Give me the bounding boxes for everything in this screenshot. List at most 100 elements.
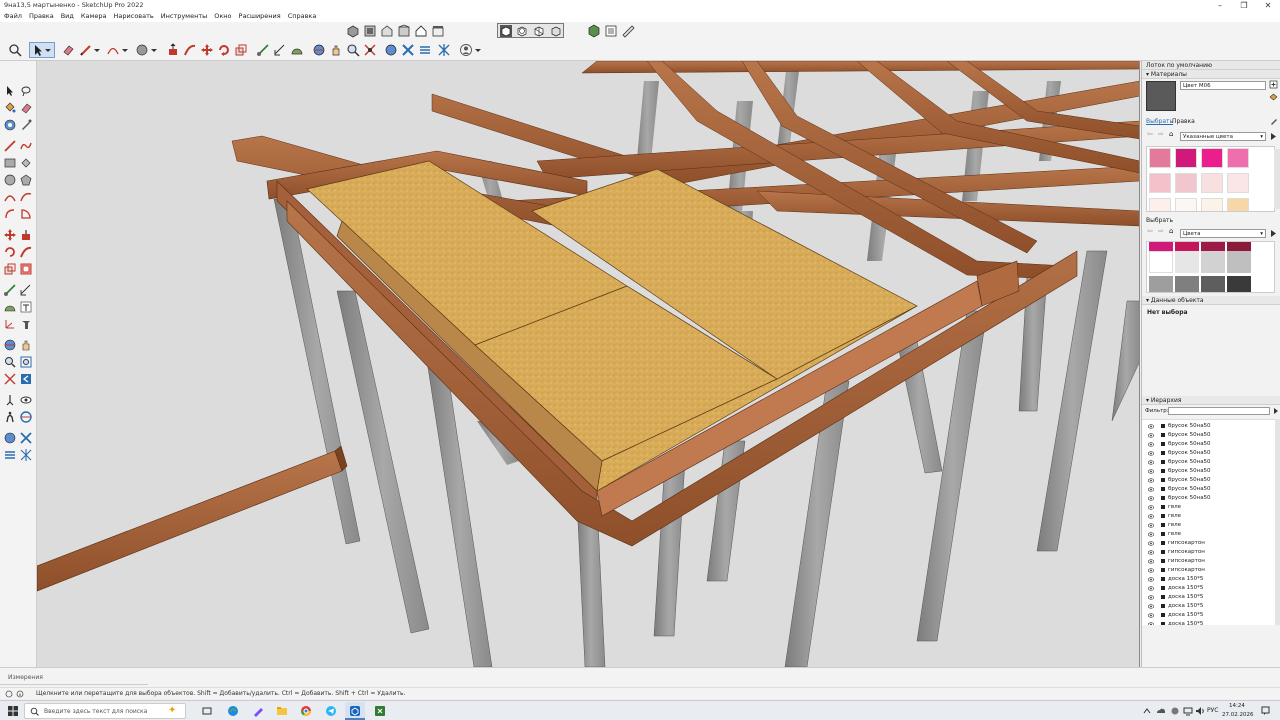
chevron-up-icon[interactable] (1143, 707, 1151, 715)
swatch-scrollbar[interactable] (1274, 149, 1280, 209)
right-view-icon[interactable] (397, 24, 411, 38)
outliner-row[interactable]: гвле (1148, 512, 1275, 521)
chevron-down-icon[interactable] (150, 43, 158, 57)
outliner-row[interactable]: брусок 50на50 (1148, 476, 1275, 485)
color-swatch[interactable] (1175, 276, 1199, 292)
menu-window[interactable]: Окно (214, 11, 231, 22)
arc-icon[interactable] (4, 191, 16, 203)
home-icon[interactable]: ⌂ (1169, 130, 1173, 138)
outliner-row[interactable]: доска 150*5 (1148, 611, 1275, 620)
chevron-down-icon[interactable] (474, 43, 482, 57)
section-display-icon[interactable] (4, 432, 16, 444)
arc-icon[interactable] (106, 43, 120, 57)
section-plane-icon[interactable] (20, 411, 32, 423)
material-swatch[interactable] (1175, 173, 1197, 193)
tag-icon[interactable] (4, 119, 16, 131)
visibility-eye-icon[interactable] (1148, 478, 1154, 483)
color-swatch[interactable] (1149, 251, 1173, 273)
model-viewport[interactable] (37, 61, 1140, 667)
visibility-eye-icon[interactable] (1148, 460, 1154, 465)
pan-icon[interactable] (20, 339, 32, 351)
outliner-row[interactable]: брусок 50на50 (1148, 440, 1275, 449)
polygon-icon[interactable] (20, 174, 32, 186)
lasso-select-icon[interactable] (20, 85, 32, 97)
outliner-row[interactable]: гипсокартон (1148, 548, 1275, 557)
chevron-down-icon[interactable] (93, 43, 101, 57)
menu-help[interactable]: Справка (288, 11, 317, 22)
chevron-down-icon[interactable] (44, 43, 52, 57)
visibility-eye-icon[interactable] (1148, 595, 1154, 600)
top-view-icon[interactable] (363, 24, 377, 38)
outliner-row[interactable]: гипсокартон (1148, 557, 1275, 566)
color-swatch[interactable] (1201, 276, 1225, 292)
pie-icon[interactable] (20, 208, 32, 220)
previous-view-icon[interactable] (20, 373, 32, 385)
protractor-icon[interactable] (4, 301, 16, 313)
back-arrow-icon[interactable]: ⇦ (1147, 130, 1153, 138)
outliner-row[interactable]: гвле (1148, 521, 1275, 530)
shaded-style-icon[interactable] (549, 24, 563, 38)
axes-icon[interactable] (4, 318, 16, 330)
material-swatch[interactable] (1201, 173, 1223, 193)
visibility-eye-icon[interactable] (1148, 568, 1154, 573)
material-name-field[interactable]: Цвет М06 (1180, 81, 1266, 90)
rotate-icon[interactable] (217, 43, 231, 57)
push-pull-icon[interactable] (166, 43, 180, 57)
hidden-line-style-icon[interactable] (532, 24, 546, 38)
file-explorer-icon[interactable] (276, 705, 288, 717)
components-icon[interactable] (587, 24, 601, 38)
menu-file[interactable]: Файл (4, 11, 22, 22)
material-swatch[interactable] (1175, 148, 1197, 168)
follow-me-icon[interactable] (20, 246, 32, 258)
maximize-button[interactable]: ❐ (1232, 0, 1256, 11)
line-tool-icon[interactable] (4, 140, 16, 152)
section-fill-icon[interactable] (437, 43, 451, 57)
outliner-row[interactable]: доска 150*5 (1148, 602, 1275, 611)
visibility-eye-icon[interactable] (1148, 559, 1154, 564)
dimension-icon[interactable] (273, 43, 287, 57)
outliner-row[interactable]: брусок 50на50 (1148, 494, 1275, 503)
outliner-header[interactable]: ▾ Иерархия (1142, 396, 1280, 405)
notifications-icon[interactable] (1261, 706, 1270, 715)
zoom-extents-icon[interactable] (363, 43, 377, 57)
rotated-rectangle-icon[interactable] (20, 157, 32, 169)
section-cut-icon[interactable] (418, 43, 432, 57)
details-arrow-icon[interactable] (1272, 407, 1280, 415)
visibility-eye-icon[interactable] (1148, 451, 1154, 456)
visibility-eye-icon[interactable] (1148, 442, 1154, 447)
outliner-row[interactable]: гвле (1148, 503, 1275, 512)
iso-view-icon[interactable] (346, 24, 360, 38)
pencil-icon[interactable] (79, 43, 93, 57)
material-swatch[interactable] (1227, 173, 1249, 193)
shapes-icon[interactable] (135, 43, 149, 57)
outliner-scrollbar[interactable] (1275, 419, 1280, 625)
tape-measure-icon[interactable] (256, 43, 270, 57)
entity-info-header[interactable]: ▾ Данные объекта (1142, 296, 1280, 305)
onedrive-icon[interactable] (1156, 706, 1166, 716)
visibility-eye-icon[interactable] (1148, 505, 1154, 510)
color-swatch[interactable] (1227, 251, 1251, 273)
tab-edit[interactable]: Правка (1172, 118, 1195, 125)
outliner-row[interactable]: доска 150*5 (1148, 584, 1275, 593)
three-point-arc-icon[interactable] (4, 208, 16, 220)
visibility-eye-icon[interactable] (1148, 496, 1154, 501)
walk-icon[interactable] (4, 411, 16, 423)
visibility-eye-icon[interactable] (1148, 523, 1154, 528)
section-plane-icon[interactable] (384, 43, 398, 57)
material-swatch[interactable] (1201, 148, 1223, 168)
section-toggle-icon[interactable] (20, 449, 32, 461)
zoom-icon[interactable] (346, 43, 360, 57)
filter-input[interactable] (1168, 407, 1270, 415)
move-icon[interactable] (4, 229, 16, 241)
visibility-eye-icon[interactable] (1148, 622, 1154, 625)
outliner-row[interactable]: брусок 50на50 (1148, 467, 1275, 476)
visibility-eye-icon[interactable] (1148, 613, 1154, 618)
material-swatch[interactable] (1149, 198, 1171, 211)
outliner-row[interactable]: гвле (1148, 530, 1275, 539)
material-swatch[interactable] (1175, 198, 1197, 211)
color-swatch[interactable] (1201, 251, 1225, 273)
sketchup-taskbar-button[interactable] (345, 702, 365, 720)
visibility-eye-icon[interactable] (1148, 586, 1154, 591)
freehand-icon[interactable] (20, 140, 32, 152)
pan-icon[interactable] (329, 43, 343, 57)
